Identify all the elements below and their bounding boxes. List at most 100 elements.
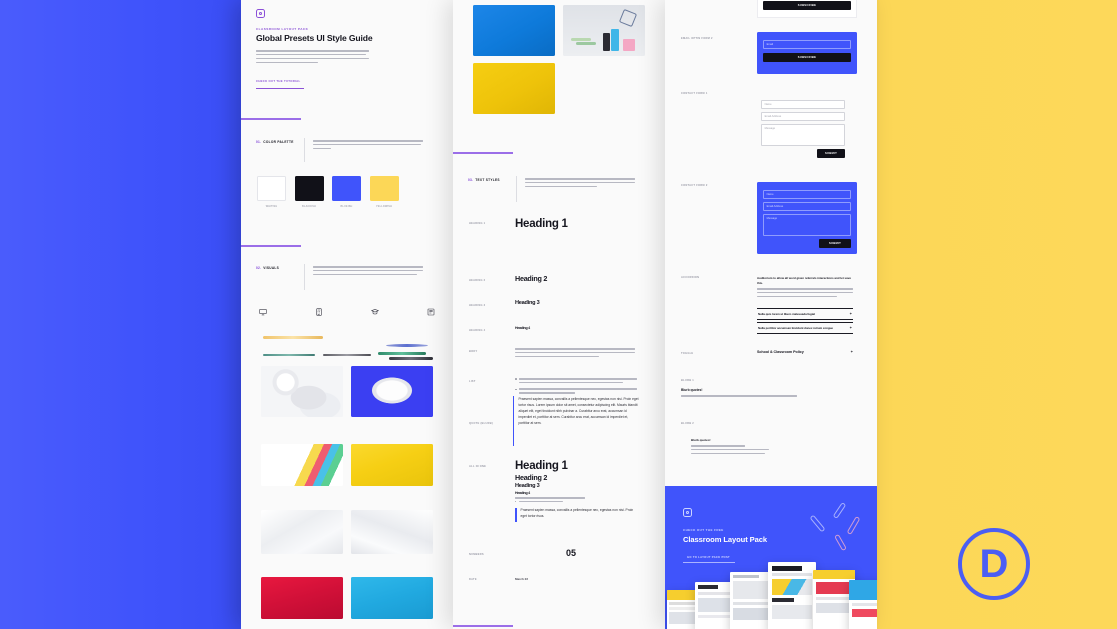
heading-4-label: Heading 4: [469, 329, 486, 332]
style-guide-column-left[interactable]: Classroom Layout Pack Global Presets UI …: [241, 0, 453, 629]
header-cta-link[interactable]: Check out the tutorial: [256, 79, 300, 83]
visual-image-yellow-paper[interactable]: [351, 444, 433, 486]
email-optin-2-label: Email optin form 2: [681, 37, 713, 40]
all-in-one-h2: Heading 2: [515, 473, 548, 482]
cta-link[interactable]: Go to layout pack post: [687, 556, 730, 559]
section-vrule: [516, 176, 517, 202]
heading-4-sample: Heading 4: [515, 326, 530, 330]
text-styles-number: 03.: [468, 178, 474, 182]
body-label: Body: [469, 350, 478, 353]
contact-form-1: Contact form 1 Name Email Address Messag…: [665, 86, 877, 174]
book-icon[interactable]: [427, 308, 435, 316]
accordion-item-2[interactable]: Nulla porttitor accumsan tincidunt donec…: [757, 322, 853, 334]
toggle-row[interactable]: School & Classroom Policy +: [757, 350, 853, 355]
blurb-1-title: Blurb quotes!: [681, 388, 703, 392]
accordion-label: Accordion: [681, 276, 700, 279]
contact-form-2-panel: Name Email Address Message Submit: [757, 182, 857, 254]
calculator-icon[interactable]: [315, 308, 323, 316]
name-input[interactable]: Name: [761, 100, 845, 109]
blurb-1-text: [681, 395, 797, 399]
accordion-item-0-title: Auditorium to allow all word given refer…: [757, 276, 851, 285]
visual-image-white-paper-1[interactable]: [261, 510, 343, 554]
blue-swatch[interactable]: [332, 176, 361, 201]
visual-image-tape[interactable]: [261, 366, 343, 417]
accordion-item-open[interactable]: Auditorium to allow all word given refer…: [757, 276, 853, 300]
visual-image-supplies[interactable]: [261, 444, 343, 486]
style-guide-column-right[interactable]: Subscribe Email optin form 2 Email Subsc…: [665, 0, 877, 629]
blue-swatch-label: Blueish: [340, 205, 353, 208]
email-address-input[interactable]: Email Address: [761, 112, 845, 121]
visual-image-crumpled-blue[interactable]: [351, 366, 433, 417]
heading-1-sample: Heading 1: [515, 218, 568, 230]
plus-icon[interactable]: +: [850, 326, 852, 330]
message-textarea[interactable]: Message: [761, 124, 845, 146]
visual-image-red-paper[interactable]: [261, 577, 343, 619]
graduation-cap-icon[interactable]: [371, 308, 379, 316]
background-blue-band: [0, 0, 249, 629]
subscribe-button-1[interactable]: Subscribe: [763, 1, 851, 10]
swatch-group-yellow[interactable]: Yellowish: [369, 176, 399, 208]
visuals-number: 02.: [256, 266, 262, 270]
submit-button-2[interactable]: Submit: [819, 239, 851, 248]
email-input-blue[interactable]: Email: [763, 40, 851, 49]
visual-image-desk-photo[interactable]: [563, 5, 645, 56]
paperclip-icon: [809, 514, 826, 533]
divi-logo-letter: D: [979, 542, 1009, 586]
email-optin-2-panel: Email Subscribe: [757, 32, 857, 74]
header-cta-underline: [256, 88, 304, 89]
email-address-input-blue[interactable]: Email Address: [763, 202, 851, 211]
date-value: March 22: [515, 577, 529, 581]
visuals-imagery-continued: [453, 0, 665, 143]
brush-stroke-green: [378, 352, 426, 355]
layout-thumbnail-primary[interactable]: [768, 562, 816, 629]
subscribe-button-2[interactable]: Subscribe: [763, 53, 851, 62]
brush-stroke-dark: [389, 357, 433, 360]
list-label: List: [469, 380, 476, 383]
yellow-swatch-label: Yellowish: [375, 205, 392, 208]
blurb-2-text: [691, 445, 771, 457]
numbers-label: Numbers: [469, 553, 484, 556]
visual-image-blue-paper[interactable]: [351, 577, 433, 619]
plus-icon[interactable]: +: [851, 350, 853, 354]
heading-2-sample: Heading 2: [515, 274, 548, 283]
cta-link-underline: [683, 562, 735, 563]
accordion-item-1[interactable]: Nulla quis lorem ut libero malesuada fug…: [757, 308, 853, 320]
style-guide-column-middle[interactable]: 03. Text styles Heading 1 Heading 1 Head…: [453, 0, 665, 629]
black-swatch[interactable]: [294, 176, 324, 201]
white-swatch[interactable]: [257, 176, 286, 201]
header-description: [256, 50, 369, 66]
layout-thumbnail[interactable]: [695, 582, 735, 629]
name-input-blue[interactable]: Name: [763, 190, 851, 199]
contact-form-2: Contact form 2 Name Email Address Messag…: [665, 174, 877, 270]
color-palette-section: 01. Color palette Whitish Blackish Bluei…: [241, 126, 453, 236]
paperclip-icon: [834, 533, 847, 552]
visual-image-blue-sheet[interactable]: [473, 5, 555, 56]
paperclip-icon: [832, 502, 847, 519]
submit-button-1[interactable]: Submit: [817, 149, 845, 158]
swatch-group-blue[interactable]: Blueish: [332, 176, 361, 208]
all-in-one-h3: Heading 3: [515, 483, 540, 489]
monitor-icon[interactable]: [259, 308, 267, 316]
divi-logo: D: [958, 528, 1030, 600]
white-swatch-label: Whitish: [265, 205, 278, 208]
toggle-title: School & Classroom Policy: [757, 350, 804, 354]
message-textarea-blue[interactable]: Message: [763, 214, 851, 236]
color-palette-number: 01.: [256, 140, 262, 144]
yellow-swatch[interactable]: [369, 176, 399, 201]
date-label: Date: [469, 578, 477, 581]
cta-eyebrow: Check out the free: [683, 528, 724, 532]
color-swatch-row: Whitish Blackish Blueish Yellowish: [257, 176, 399, 208]
plus-icon[interactable]: +: [850, 312, 852, 316]
contact-form-1-label: Contact form 1: [681, 92, 708, 95]
visual-image-yellow-sheet[interactable]: [473, 63, 555, 114]
swatch-group-white[interactable]: Whitish: [257, 176, 286, 208]
swatch-group-black[interactable]: Blackish: [294, 176, 324, 208]
all-in-one-h1: Heading 1: [515, 460, 568, 472]
layout-thumbnail[interactable]: [849, 580, 877, 629]
blurb-1-label: Blurb 1: [681, 379, 694, 382]
color-palette-title: Color palette: [263, 140, 294, 144]
blurb-2-section: Blurb 2 Blurb quotes!: [665, 418, 877, 486]
section-vrule: [304, 138, 305, 162]
visual-image-white-paper-2[interactable]: [351, 510, 433, 554]
blurb-1-section: Blurb 1 Blurb quotes!: [665, 375, 877, 420]
